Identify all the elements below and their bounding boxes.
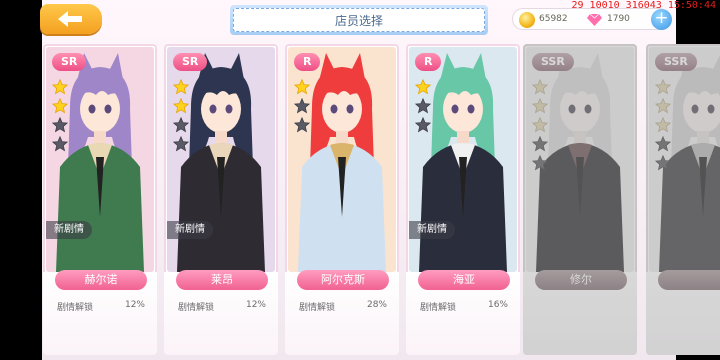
character-name: 莱昂 [176,270,268,290]
story-unlock-percent: 28% [366,300,387,310]
rarity-badge: SR [173,53,208,71]
new-story-tag: 新剧情 [409,221,455,239]
story-unlock-label: 剧情解锁 [299,303,336,313]
rarity-badge: SR [52,53,87,71]
story-unlock-percent: 16% [487,300,508,310]
store-staff-select-screen: 店员选择 65982 1790 + 29 10010 316043 15:50:… [0,0,720,360]
back-arrow-icon [58,11,82,27]
currency-bar: 65982 1790 + [512,8,672,30]
rarity-badge: R [415,53,442,71]
character-name: 赫尔诺 [55,270,147,290]
star-empty-icon [173,136,189,152]
staff-card[interactable]: R 新剧情海亚剧情解锁 16% [406,44,520,355]
coin-icon [519,12,535,28]
star-empty-icon [173,117,189,133]
star-filled-icon [173,79,189,95]
star-filled-icon [52,79,68,95]
character-name: 海亚 [418,270,510,290]
card-artwork: R 新剧情 [409,47,517,272]
story-unlock-label: 剧情解锁 [178,303,215,313]
staff-card[interactable]: SR 新剧情莱昂剧情解锁 12% [164,44,278,355]
page-title: 店员选择 [233,8,485,32]
rarity-badge: R [294,53,321,71]
star-empty-icon [415,98,431,114]
locked-overlay [646,44,720,355]
locked-overlay [523,44,637,355]
staff-card[interactable]: R 阿尔克斯剧情解锁 28% [285,44,399,355]
gem-icon [587,13,602,26]
star-rating [294,79,310,136]
staff-card[interactable]: SSR [646,44,720,355]
left-letterbox [0,0,42,360]
story-unlock-label: 剧情解锁 [420,303,457,313]
new-story-tag: 新剧情 [167,221,213,239]
new-story-tag: 新剧情 [46,221,92,239]
story-unlock-label: 剧情解锁 [57,303,94,313]
star-filled-icon [294,79,310,95]
character-name: 阿尔克斯 [297,270,389,290]
star-empty-icon [415,117,431,133]
back-button[interactable] [40,4,102,34]
star-rating [173,79,189,155]
star-empty-icon [294,98,310,114]
star-filled-icon [415,79,431,95]
staff-card[interactable]: SR 新剧情赫尔诺剧情解锁 12% [43,44,157,355]
add-currency-button[interactable]: + [651,9,672,30]
story-unlock-percent: 12% [124,300,145,310]
debug-info: 29 10010 316043 15:50:44 [571,0,717,11]
star-empty-icon [52,117,68,133]
card-artwork: SR 新剧情 [46,47,154,272]
star-rating [415,79,431,136]
card-artwork: R [288,47,396,272]
story-unlock-percent: 12% [245,300,266,310]
page-title-banner: 店员选择 [230,5,488,35]
star-empty-icon [294,117,310,133]
star-rating [52,79,68,155]
star-filled-icon [52,98,68,114]
star-empty-icon [52,136,68,152]
staff-card[interactable]: SSR 修尔 [523,44,637,355]
card-artwork: SR 新剧情 [167,47,275,272]
coin-amount: 65982 [539,14,568,24]
gem-amount: 1790 [607,14,630,24]
star-filled-icon [173,98,189,114]
